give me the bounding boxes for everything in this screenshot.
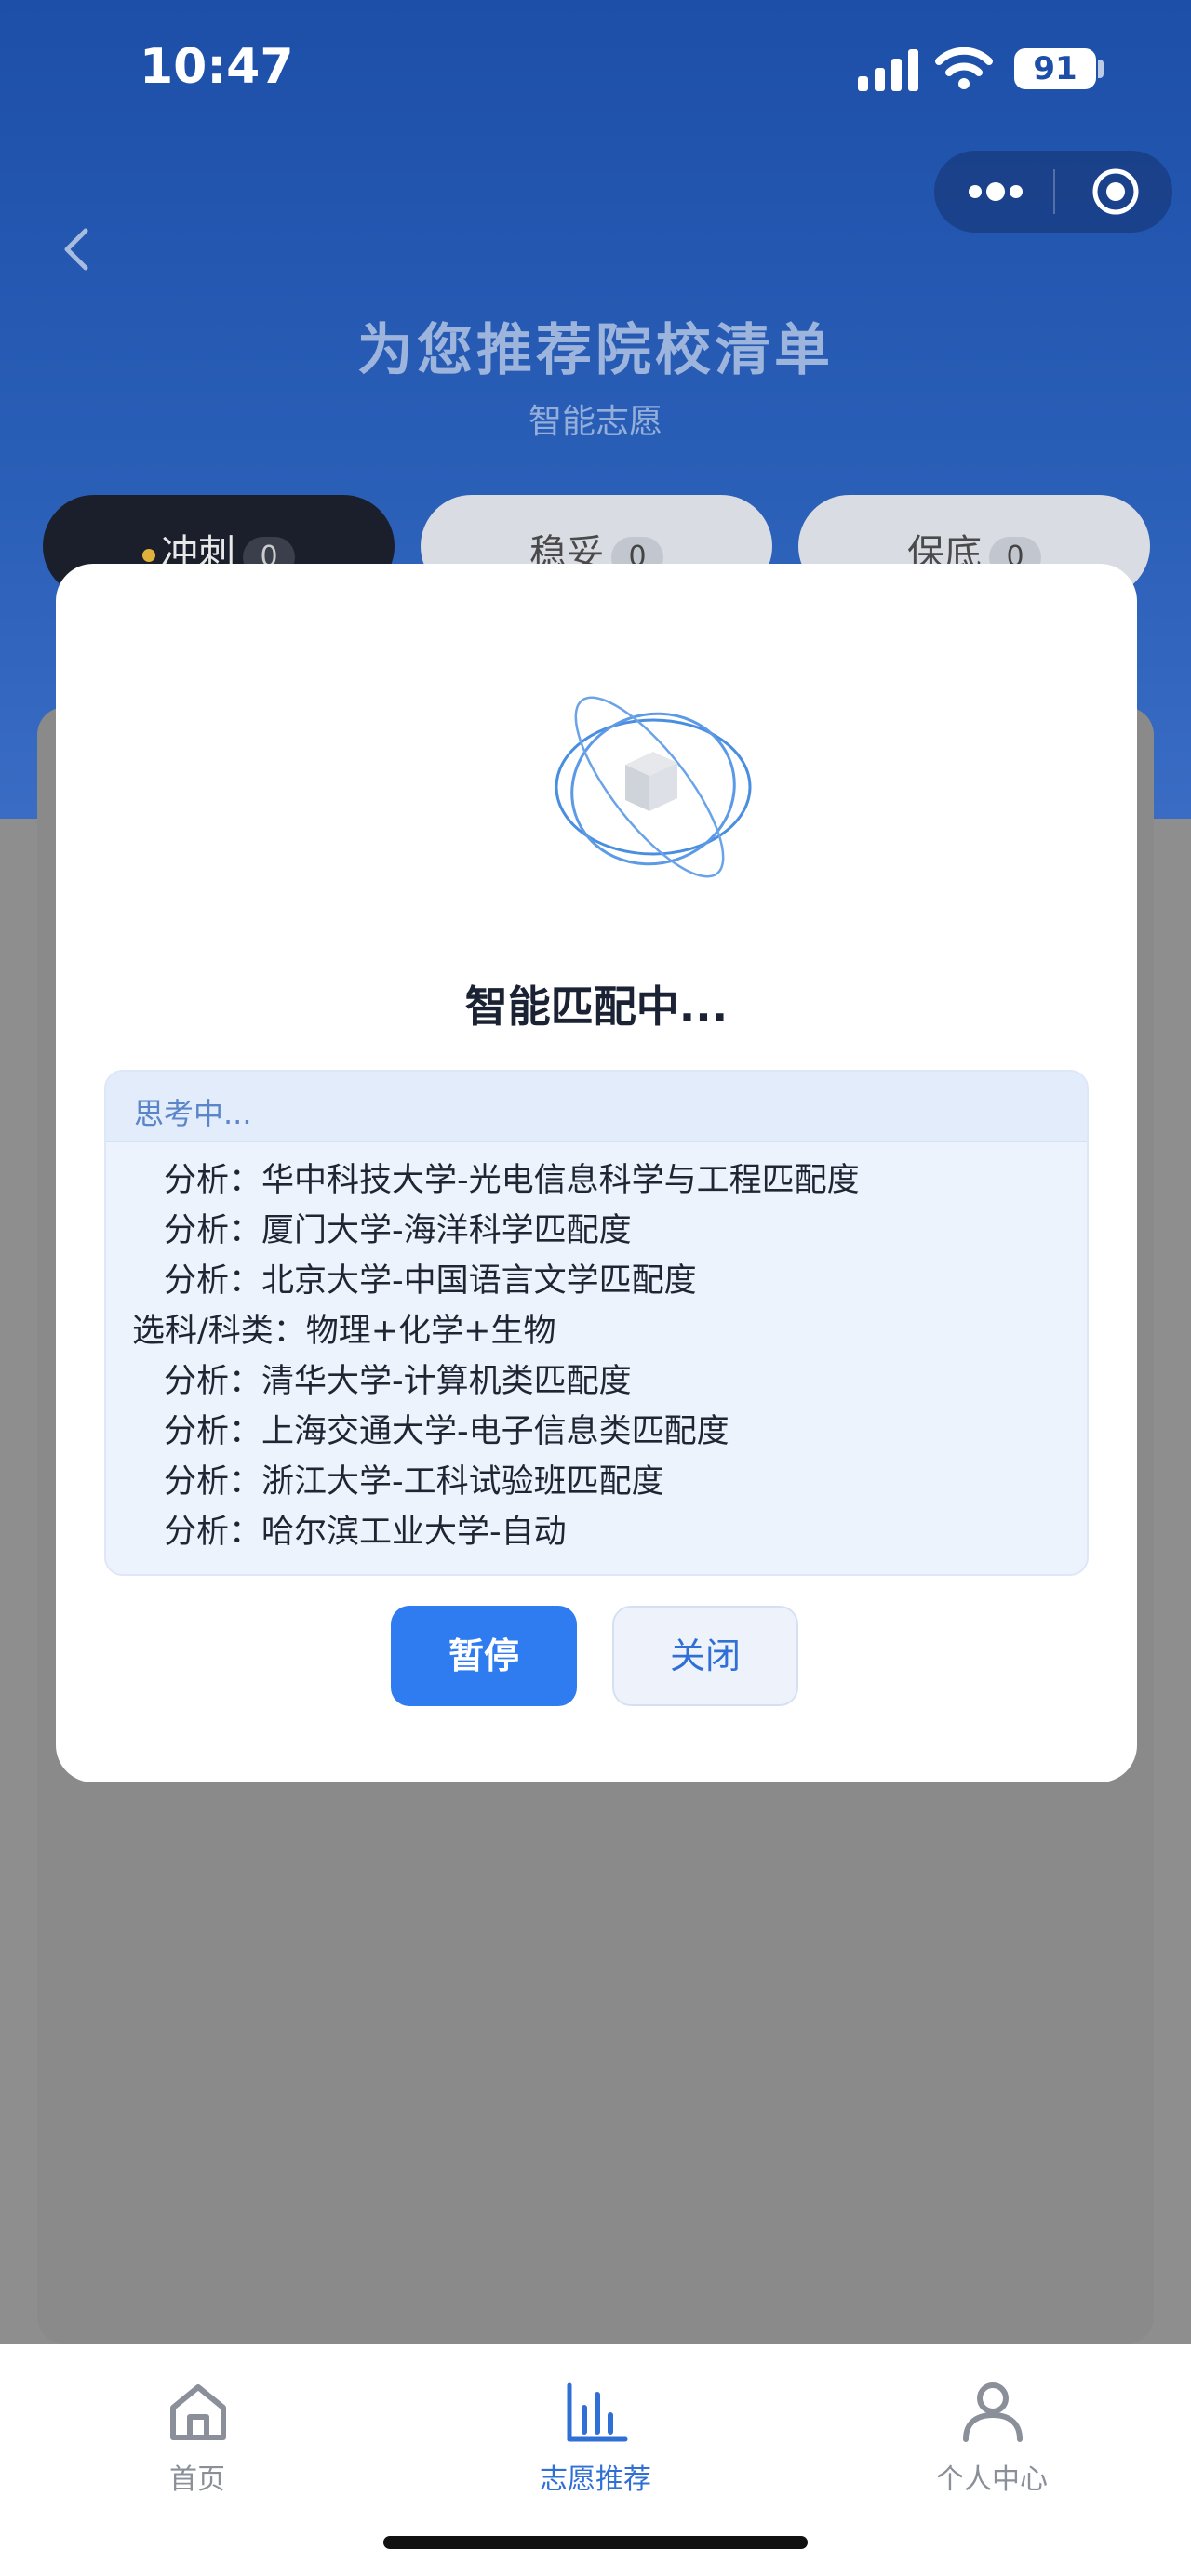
user-icon (963, 2382, 1023, 2442)
close-miniprogram-icon[interactable] (1055, 151, 1172, 233)
thinking-header: 思考中... (106, 1072, 1087, 1142)
log-line: 选科/科类：物理+化学+生物 (132, 1313, 556, 1350)
home-icon (170, 2384, 226, 2440)
close-button[interactable]: 关闭 (612, 1606, 798, 1706)
thinking-label: 思考中... (134, 1096, 252, 1131)
log-line: 分析：厦门大学-海洋科学匹配度 (164, 1212, 632, 1249)
active-dot (142, 549, 155, 562)
nav-item-profile[interactable]: 个人中心 (880, 2363, 1104, 2503)
pause-button[interactable]: 暂停 (391, 1606, 577, 1706)
thinking-log: 思考中... 分析：华中科技大学-光电信息科学与工程匹配度 分析：厦门大学-海洋… (104, 1070, 1089, 1576)
log-line: 分析：清华大学-计算机类匹配度 (164, 1363, 632, 1400)
nav-label: 志愿推荐 (540, 2463, 651, 2496)
nav-item-home[interactable]: 首页 (86, 2363, 309, 2503)
status-time: 10:47 (140, 39, 294, 95)
wifi-icon (935, 47, 993, 89)
more-icon[interactable] (934, 151, 1053, 233)
log-line: 分析：上海交通大学-电子信息类匹配度 (164, 1413, 729, 1450)
page-subtitle: 智能志愿 (528, 403, 662, 441)
log-line: 分析：哈尔滨工业大学-自动 (164, 1514, 567, 1551)
nav-label: 首页 (169, 2463, 225, 2496)
log-line: 分析：浙江大学-工科试验班匹配度 (164, 1463, 664, 1501)
matching-modal: 智能匹配中... 思考中... 分析：华中科技大学-光电信息科学与工程匹配度 分… (56, 564, 1137, 1782)
log-line: 分析：华中科技大学-光电信息科学与工程匹配度 (164, 1162, 860, 1199)
nav-item-recommend[interactable]: 志愿推荐 (484, 2363, 707, 2503)
miniprogram-capsule (934, 151, 1172, 233)
back-icon[interactable] (58, 223, 95, 275)
battery-indicator: 91 (1014, 48, 1096, 89)
log-line: 分析：北京大学-中国语言文学匹配度 (164, 1262, 697, 1300)
modal-title: 智能匹配中... (464, 981, 729, 1032)
home-indicator[interactable] (383, 2536, 808, 2549)
orbit-cube-icon (555, 696, 752, 878)
signal-icon (858, 49, 918, 91)
page-title: 为您推荐院校清单 (357, 318, 834, 383)
bar-chart-icon (567, 2382, 628, 2442)
nav-label: 个人中心 (936, 2463, 1048, 2496)
battery-tip (1098, 60, 1104, 78)
